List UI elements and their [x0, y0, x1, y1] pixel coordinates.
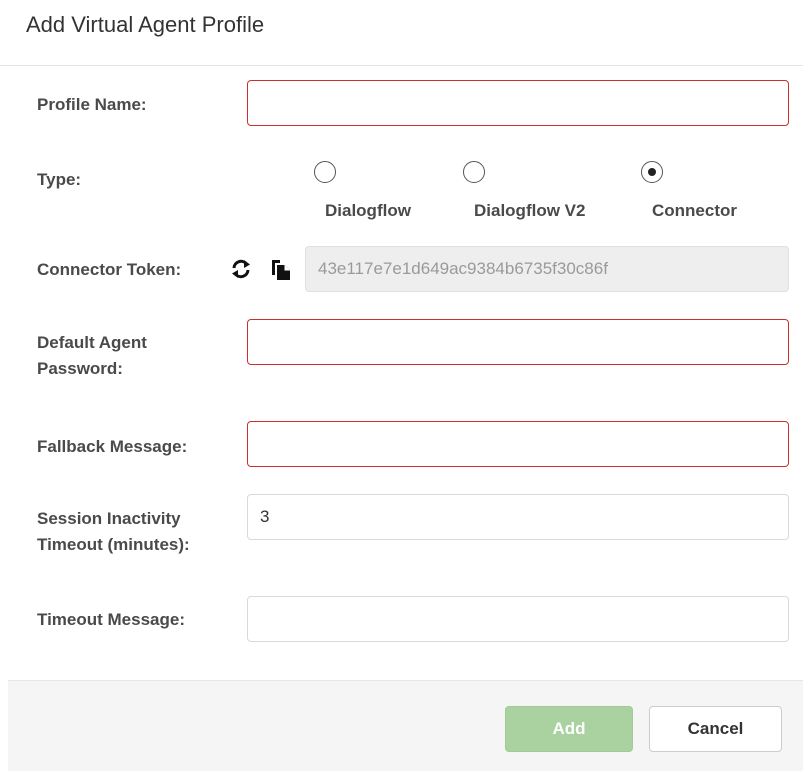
radio-connector[interactable]: [641, 161, 663, 183]
profile-name-input[interactable]: [247, 80, 789, 126]
timeout-message-label: Timeout Message:: [37, 610, 186, 629]
session-inactivity-label-line2: Timeout (minutes):: [37, 535, 190, 554]
profile-name-label: Profile Name:: [37, 95, 147, 114]
connector-token-label: Connector Token:: [37, 260, 182, 279]
session-inactivity-timeout-input[interactable]: [247, 494, 789, 540]
radio-dialogflow-v2[interactable]: [463, 161, 485, 183]
fallback-message-input[interactable]: [247, 421, 789, 467]
cancel-button[interactable]: Cancel: [649, 706, 782, 752]
session-inactivity-label-line1: Session Inactivity: [37, 509, 181, 528]
modal-header: Add Virtual Agent Profile: [0, 0, 803, 66]
radio-dialogflow[interactable]: [314, 161, 336, 183]
copy-icon[interactable]: [271, 258, 291, 280]
radio-dialogflow-v2-label: Dialogflow V2: [474, 201, 586, 220]
add-virtual-agent-profile-modal: Add Virtual Agent Profile Profile Name: …: [0, 0, 803, 771]
type-label: Type:: [37, 170, 82, 189]
fallback-message-label: Fallback Message:: [37, 437, 188, 456]
refresh-icon[interactable]: [231, 258, 251, 280]
radio-dialogflow-label: Dialogflow: [325, 201, 411, 220]
radio-connector-label: Connector: [652, 201, 737, 220]
connector-token-input: [305, 246, 789, 292]
default-agent-password-label-line2: Password:: [37, 359, 123, 378]
modal-title: Add Virtual Agent Profile: [26, 12, 265, 37]
default-agent-password-label-line1: Default Agent: [37, 333, 147, 352]
timeout-message-input[interactable]: [247, 596, 789, 642]
default-agent-password-input[interactable]: [247, 319, 789, 365]
add-button[interactable]: Add: [505, 706, 633, 752]
